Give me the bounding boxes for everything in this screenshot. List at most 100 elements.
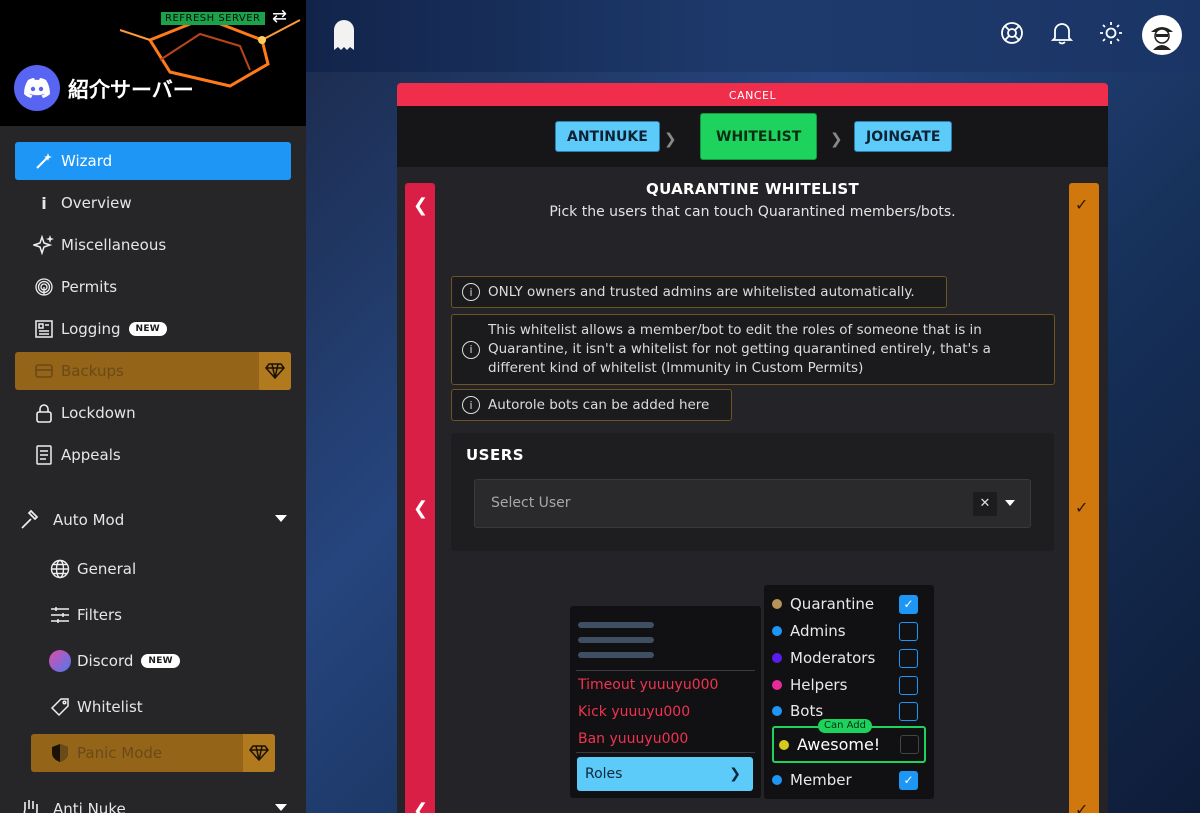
role-color-dot (779, 739, 789, 750)
sidebar-item-filters[interactable]: Filters (15, 596, 291, 634)
sidebar-item-label: Lockdown (61, 404, 136, 422)
hammer-icon (15, 509, 45, 531)
role-item: Quarantine ✓ (772, 592, 926, 616)
sidebar-item-whitelist[interactable]: Whitelist (15, 688, 291, 726)
confirm-button[interactable]: ✓ ✓ ✓ (1069, 183, 1099, 813)
sidebar-item-general[interactable]: General (15, 550, 291, 588)
sidebar-item-discord[interactable]: Discord NEW (15, 642, 291, 680)
discord-avatar-icon (45, 650, 75, 672)
role-item: Member ✓ (772, 768, 926, 792)
role-item-highlighted: Can Add Awesome! (772, 719, 926, 763)
support-icon[interactable] (1000, 21, 1024, 45)
previous-button[interactable]: ❮ ❮ ❮ (405, 183, 435, 813)
tag-icon (45, 697, 75, 717)
checkbox-checked-icon: ✓ (899, 770, 918, 790)
select-user-dropdown[interactable]: Select User ✕ (474, 479, 1031, 528)
main-area: CANCEL ANTINUKE ❯ WHITELIST ❯ JOINGATE ❮… (306, 0, 1200, 813)
sidebar-item-appeals[interactable]: Appeals (15, 436, 291, 474)
role-color-dot (772, 626, 782, 636)
step-whitelist[interactable]: WHITELIST (700, 113, 818, 160)
swap-server-icon[interactable]: ⇄ (272, 6, 287, 27)
divider (576, 752, 755, 753)
chevron-left-icon: ❮ (413, 498, 429, 519)
menu-item-timeout: Timeout yuuuyu000 (578, 677, 719, 693)
sidebar-item-label: Filters (77, 606, 122, 624)
chevron-right-icon: ❯ (830, 130, 843, 148)
sidebar-group-label: Anti Nuke (53, 800, 126, 813)
refresh-server-button[interactable]: REFRESH SERVER (161, 12, 265, 25)
sidebar-item-panic-mode[interactable]: Panic Mode (31, 734, 275, 772)
step-antinuke[interactable]: ANTINUKE (555, 121, 660, 152)
info-note-text: Autorole bots can be added here (488, 397, 710, 413)
caret-down-icon[interactable] (275, 804, 287, 811)
caret-down-icon[interactable] (275, 515, 287, 522)
sidebar-item-lockdown[interactable]: Lockdown (15, 394, 291, 432)
page-subtitle: Pick the users that can touch Quarantine… (549, 204, 956, 220)
roles-menu-item: Roles ❯ (577, 757, 753, 791)
sidebar-item-label: Appeals (61, 446, 121, 464)
sun-icon[interactable] (1099, 21, 1123, 45)
dropdown-arrow-icon[interactable] (1005, 500, 1015, 506)
user-avatar[interactable] (1142, 15, 1182, 55)
ghost-logo-icon[interactable] (332, 18, 356, 56)
can-add-badge: Can Add (818, 719, 872, 733)
sidebar-item-label: Panic Mode (77, 744, 163, 762)
sidebar-item-miscellaneous[interactable]: Miscellaneous (15, 226, 291, 264)
diamond-icon (243, 734, 275, 772)
sidebar-item-backups[interactable]: Backups (15, 352, 291, 390)
skeleton-line (578, 652, 654, 658)
cancel-button[interactable]: CANCEL (397, 83, 1108, 106)
role-item: Helpers (772, 673, 926, 697)
info-note-text: This whitelist allows a member/bot to ed… (488, 322, 991, 376)
sidebar-group-label: Auto Mod (53, 511, 125, 529)
sidebar-item-label: General (77, 560, 137, 578)
sidebar-item-label: Logging (61, 320, 121, 338)
role-color-dot (772, 775, 782, 785)
checkbox-icon (899, 675, 918, 695)
sidebar-item-label: Wizard (61, 152, 113, 170)
new-badge: NEW (141, 654, 180, 668)
checkbox-icon (899, 701, 918, 721)
role-item: Admins (772, 619, 926, 643)
wizard-steps: ANTINUKE ❯ WHITELIST ❯ JOINGATE (397, 106, 1108, 167)
server-banner: REFRESH SERVER ⇄ 紹介サーバー (0, 0, 306, 126)
sidebar-item-permits[interactable]: Permits (15, 268, 291, 306)
select-placeholder: Select User (491, 495, 571, 511)
role-name: Helpers (790, 676, 848, 694)
bell-icon[interactable] (1050, 21, 1074, 45)
newspaper-icon (29, 319, 59, 339)
sidebar-item-label: Whitelist (77, 698, 143, 716)
shield-icon (45, 743, 75, 763)
role-color-dot (772, 706, 782, 716)
checkbox-icon (899, 648, 918, 668)
checkbox-icon (899, 621, 918, 641)
sidebar-group-automod[interactable]: Auto Mod (15, 501, 291, 539)
info-note: i This whitelist allows a member/bot to … (451, 314, 1055, 385)
checkbox-icon (900, 735, 919, 754)
sidebar-group-antinuke[interactable]: Anti Nuke (15, 790, 291, 813)
sidebar-item-wizard[interactable]: Wizard (15, 142, 291, 180)
clear-icon[interactable]: ✕ (973, 492, 997, 516)
roles-label: Roles (585, 766, 623, 782)
roles-list-preview: Quarantine ✓ Admins Moderators Helpers B… (764, 585, 934, 799)
fingerprint-icon (29, 277, 59, 297)
check-icon: ✓ (1075, 498, 1089, 517)
sidebar-item-label: Miscellaneous (61, 236, 167, 254)
info-icon: i (462, 340, 480, 359)
info-note: i ONLY owners and trusted admins are whi… (451, 276, 947, 308)
sidebar-item-logging[interactable]: Logging NEW (15, 310, 291, 348)
globe-icon (45, 559, 75, 579)
magic-wand-icon (29, 151, 59, 171)
info-note: i Autorole bots can be added here (451, 389, 732, 421)
sidebar-item-label: Overview (61, 194, 132, 212)
menu-item-ban: Ban yuuuyu000 (578, 731, 689, 747)
role-name: Awesome! (797, 735, 881, 754)
role-name: Member (790, 771, 852, 789)
users-panel: USERS Select User ✕ (451, 433, 1054, 551)
role-name: Bots (790, 702, 824, 720)
users-title: USERS (466, 446, 525, 464)
step-joingate[interactable]: JOINGATE (854, 121, 953, 152)
sidebar-item-overview[interactable]: i Overview (15, 184, 291, 222)
discord-logo-icon (14, 65, 60, 111)
server-name: 紹介サーバー (68, 78, 194, 102)
